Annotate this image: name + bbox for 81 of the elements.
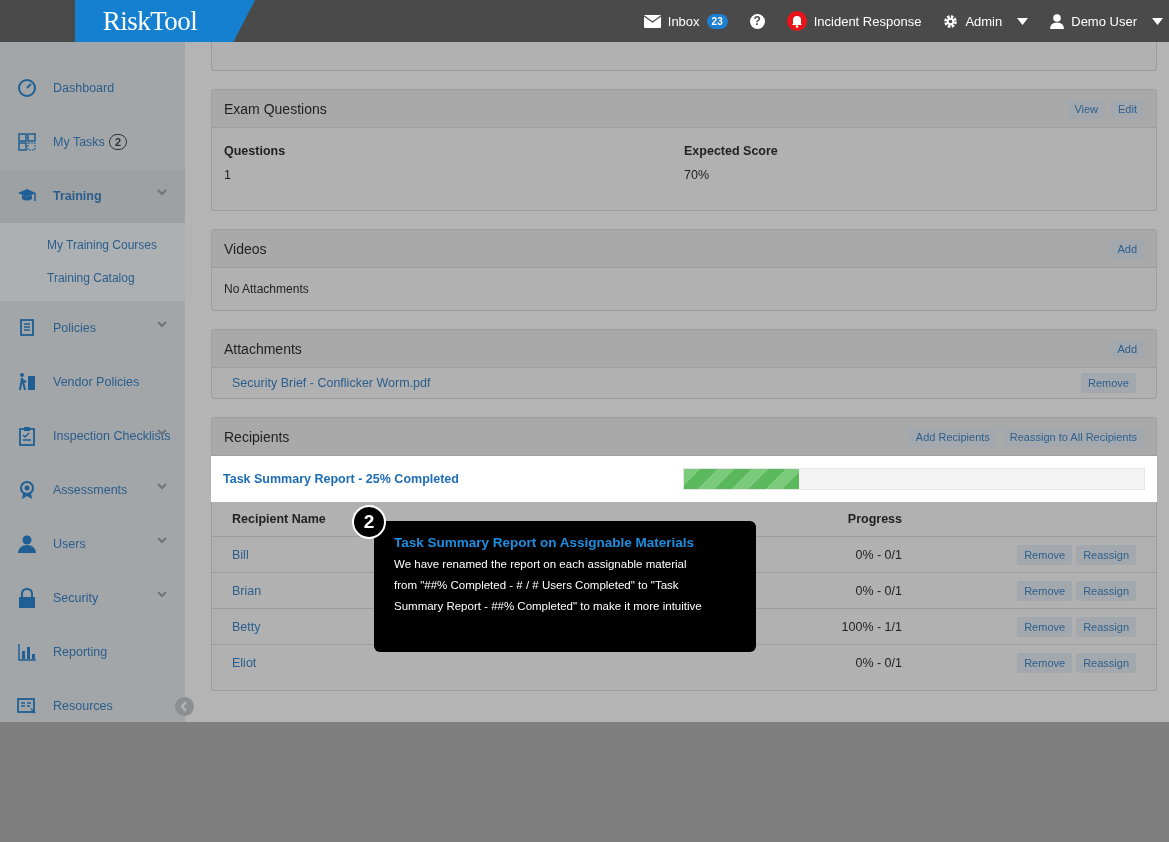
inbox-count-badge: 23 (706, 13, 728, 29)
collapse-sidebar-icon[interactable] (175, 697, 194, 716)
column-header: Recipient Name (232, 512, 326, 526)
callout-text: We have renamed the report on each assignable material from "##% Completed - # / # Users Completed" to "Task Summary Report - ##% Completed" to make it more intuitive (394, 557, 703, 614)
incident-response-link[interactable]: Incident Response (813, 13, 922, 29)
add-button[interactable]: Add (1110, 338, 1144, 359)
callout-title: Task Summary Report on Assignable Materials (394, 535, 696, 550)
sidebar-item[interactable]: Dashboard (0, 61, 185, 115)
sidebar-item[interactable]: Policies (0, 301, 185, 355)
caret-icon (1017, 17, 1029, 25)
document-icon (17, 318, 37, 338)
sidebar-item[interactable]: Resources (0, 679, 185, 733)
chevron-down-icon (157, 537, 167, 544)
sidebar-item[interactable]: Security (0, 571, 185, 625)
lock-icon (17, 588, 37, 608)
progress-cell-text: 0% - 0/1 (854, 583, 902, 598)
submenu-item[interactable]: My Training Courses (0, 229, 185, 262)
logo[interactable]: RiskTool (75, 0, 255, 42)
sidebar-item[interactable]: My Tasks 2 (0, 115, 185, 169)
field-value: 1 (224, 168, 232, 182)
panel-title: Exam Questions (224, 100, 327, 117)
user-icon (1050, 13, 1065, 29)
book-icon (17, 696, 37, 716)
panel-title: Attachments (224, 340, 302, 357)
summary-report-link[interactable]: Task Summary Report - 25% Completed (223, 472, 683, 486)
panel-action-button[interactable]: Add Recipients (908, 426, 997, 447)
sidebar-item[interactable]: Reporting (0, 625, 185, 679)
progress-cell-text: 0% - 0/1 (854, 547, 902, 562)
clipboard-icon (17, 426, 37, 446)
file-link[interactable]: Security Brief - Conflicker Worm.pdf (232, 376, 431, 390)
column-header: Progress (846, 512, 902, 526)
row-action-button[interactable]: Reassign (1076, 544, 1136, 565)
recipient-name-link[interactable]: Bill (232, 547, 249, 562)
chevron-down-icon (157, 189, 167, 196)
chevron-down-icon (157, 483, 167, 490)
field-label: Expected Score (684, 144, 779, 158)
envelope-icon (643, 14, 661, 28)
gauge-icon (17, 78, 37, 98)
help-icon[interactable]: ? (749, 13, 765, 29)
sidebar-item[interactable]: Inspection Checklists (0, 409, 185, 463)
caret-icon (1152, 17, 1163, 25)
field-value: 70% (684, 168, 711, 182)
settings-icon (943, 13, 959, 29)
user-icon (17, 534, 37, 554)
chevron-down-icon (157, 591, 167, 598)
panel-action-button[interactable]: Reassign to All Recipients (1002, 426, 1144, 447)
panel-title: Recipients (224, 428, 290, 445)
bell-icon (786, 11, 807, 31)
chevron-down-icon (157, 429, 167, 436)
row-action-button[interactable]: Remove (1017, 616, 1073, 637)
grid-icon (17, 132, 37, 152)
field-label: Questions (224, 144, 287, 158)
panel-title: Videos (224, 240, 267, 257)
progress-cell-text: 0% - 0/1 (854, 655, 902, 670)
sidebar-item[interactable]: Training (0, 169, 185, 223)
sidebar-item[interactable]: Assessments (0, 463, 185, 517)
recipient-name-link[interactable]: Betty (232, 619, 261, 634)
recipient-name-link[interactable]: Brian (232, 583, 262, 598)
inbox-link[interactable]: Inbox (667, 13, 700, 29)
row-action-button[interactable]: Remove (1017, 580, 1073, 601)
admin-menu[interactable]: Admin (965, 13, 1003, 29)
row-action-button[interactable]: Remove (1017, 544, 1073, 565)
add-button[interactable]: Add (1110, 238, 1144, 259)
chevron-down-icon (157, 321, 167, 328)
sidebar-item[interactable]: Vendor Policies (0, 355, 185, 409)
panel-action-button[interactable]: View (1067, 98, 1106, 119)
sidebar-item[interactable]: Users (0, 517, 185, 571)
empty-message: No Attachments (224, 282, 309, 296)
panel-action-button[interactable]: Edit (1111, 98, 1144, 119)
recipient-name-link[interactable]: Eliot (232, 655, 257, 670)
submenu-item[interactable]: Training Catalog (0, 262, 185, 295)
row-action-button[interactable]: Reassign (1076, 652, 1136, 673)
progress-cell-text: 100% - 1/1 (840, 619, 902, 634)
bar-chart-icon (17, 642, 37, 662)
row-action-button[interactable]: Reassign (1076, 616, 1136, 637)
row-action-button[interactable]: Remove (1017, 652, 1073, 673)
person-cart-icon (17, 372, 37, 392)
remove-button[interactable]: Remove (1081, 373, 1136, 393)
row-action-button[interactable]: Reassign (1076, 580, 1136, 601)
ribbon-icon (17, 480, 37, 500)
user-menu[interactable]: Demo User (1071, 13, 1137, 29)
